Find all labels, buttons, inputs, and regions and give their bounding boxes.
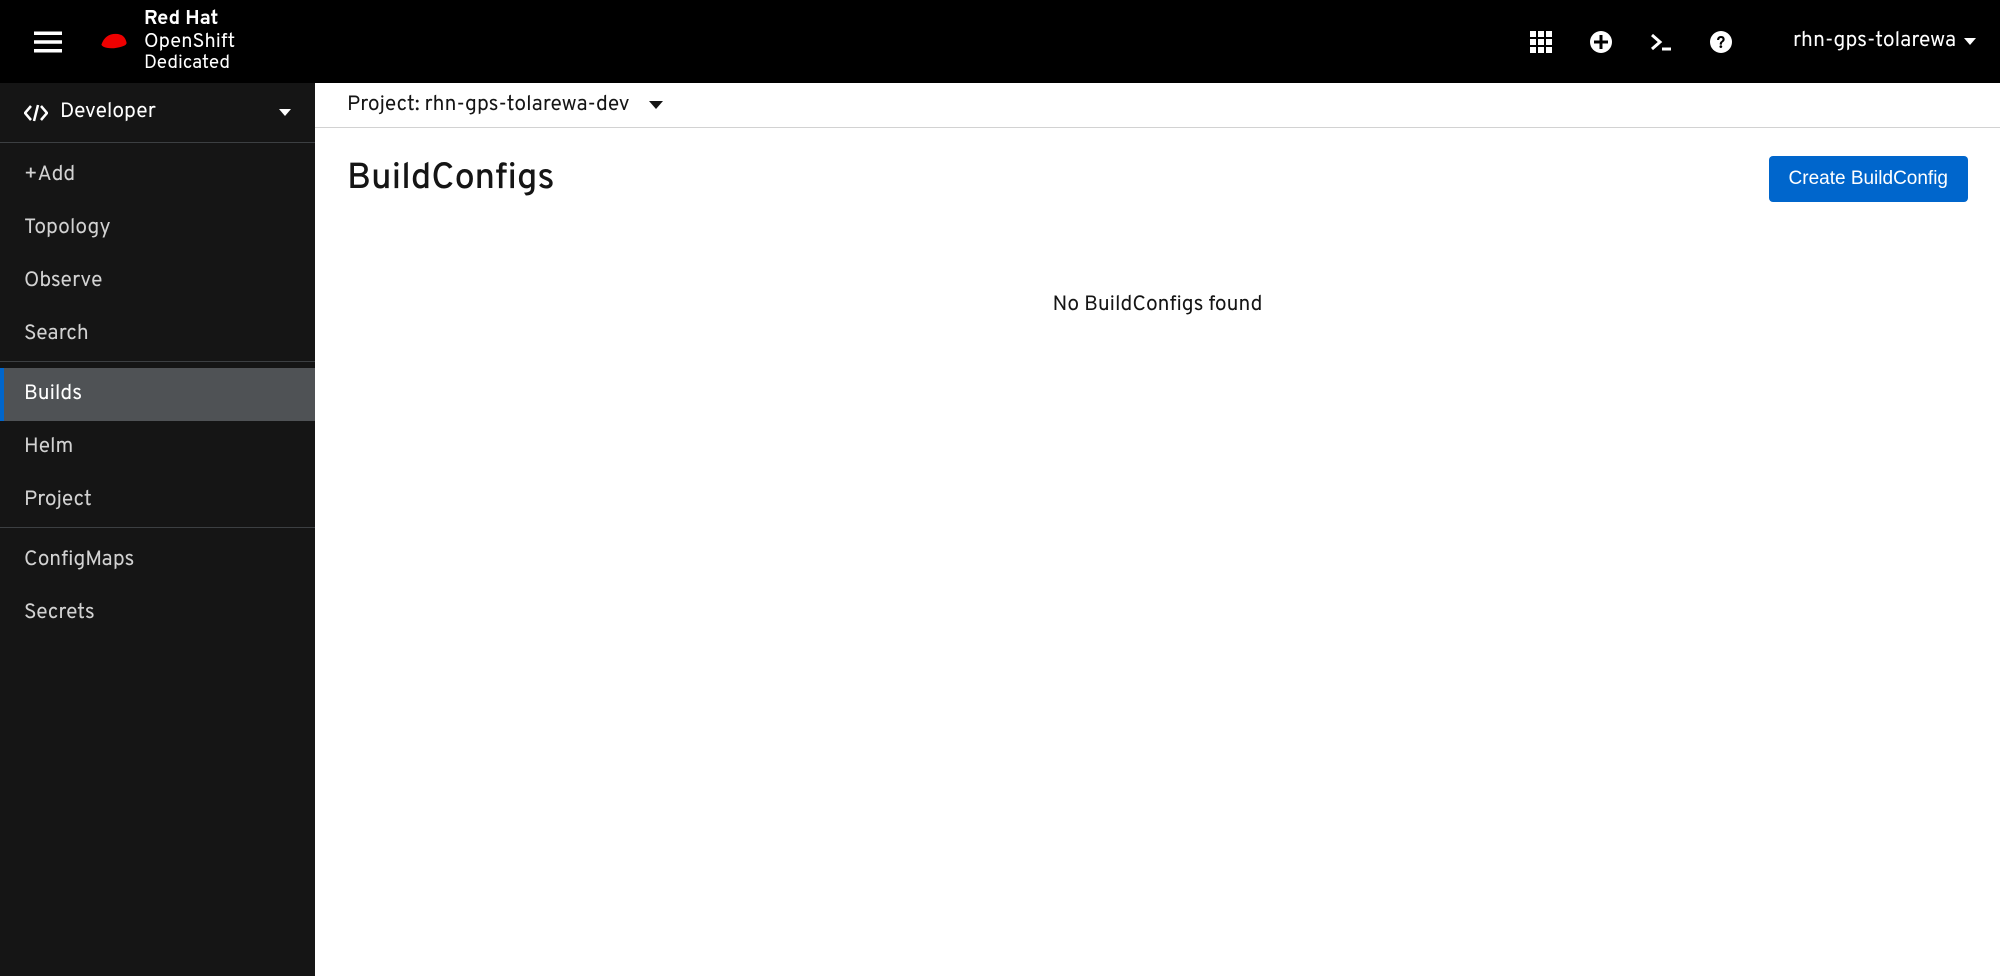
terminal-icon — [1649, 30, 1673, 54]
username-label: rhn-gps-tolarewa — [1793, 28, 1956, 55]
project-bar: Project: rhn-gps-tolarewa-dev — [315, 83, 2000, 128]
brand-line-1: Red Hat — [144, 8, 235, 31]
hamburger-icon — [34, 28, 62, 56]
nav-section-2: Builds Helm Project — [0, 362, 315, 528]
brand-line-3: Dedicated — [144, 54, 235, 76]
nav-item-add[interactable]: +Add — [0, 149, 315, 202]
terminal-button[interactable] — [1649, 30, 1673, 54]
grid-icon — [1529, 30, 1553, 54]
nav-item-helm[interactable]: Helm — [0, 421, 315, 474]
add-button[interactable] — [1589, 30, 1613, 54]
help-button[interactable]: ? — [1709, 30, 1733, 54]
help-icon: ? — [1709, 30, 1733, 54]
brand-line-2: OpenShift — [144, 31, 235, 54]
project-selector[interactable]: Project: rhn-gps-tolarewa-dev — [347, 92, 663, 119]
nav-item-topology[interactable]: Topology — [0, 202, 315, 255]
nav-section-3: ConfigMaps Secrets — [0, 528, 315, 640]
nav-item-search[interactable]: Search — [0, 308, 315, 361]
redhat-icon — [96, 28, 132, 56]
nav-item-observe[interactable]: Observe — [0, 255, 315, 308]
chevron-down-icon — [649, 101, 663, 109]
user-menu[interactable]: rhn-gps-tolarewa — [1793, 28, 1976, 55]
perspective-switcher[interactable]: Developer — [0, 83, 315, 143]
svg-text:?: ? — [1717, 33, 1726, 54]
nav-item-project[interactable]: Project — [0, 474, 315, 527]
nav-item-builds[interactable]: Builds — [0, 368, 315, 421]
create-buildconfig-button[interactable]: Create BuildConfig — [1769, 156, 1968, 202]
nav-item-secrets[interactable]: Secrets — [0, 587, 315, 640]
brand-logo[interactable]: Red Hat OpenShift Dedicated — [96, 8, 235, 76]
nav-section-1: +Add Topology Observe Search — [0, 143, 315, 362]
project-label: Project: rhn-gps-tolarewa-dev — [347, 92, 629, 119]
top-bar: Red Hat OpenShift Dedicated ? rhn-gps-to… — [0, 0, 2000, 83]
page-title: BuildConfigs — [347, 156, 555, 202]
topbar-actions: ? — [1529, 30, 1733, 54]
page-header: BuildConfigs Create BuildConfig — [315, 128, 2000, 202]
code-icon — [24, 103, 48, 123]
perspective-label: Developer — [60, 99, 267, 126]
nav-item-configmaps[interactable]: ConfigMaps — [0, 534, 315, 587]
plus-circle-icon — [1589, 30, 1613, 54]
chevron-down-icon — [279, 109, 291, 116]
main-content: Project: rhn-gps-tolarewa-dev BuildConfi… — [315, 83, 2000, 976]
sidebar: Developer +Add Topology Observe Search B… — [0, 83, 315, 976]
nav-toggle-button[interactable] — [24, 18, 72, 66]
apps-button[interactable] — [1529, 30, 1553, 54]
chevron-down-icon — [1964, 38, 1976, 45]
empty-state-message: No BuildConfigs found — [315, 202, 2000, 319]
